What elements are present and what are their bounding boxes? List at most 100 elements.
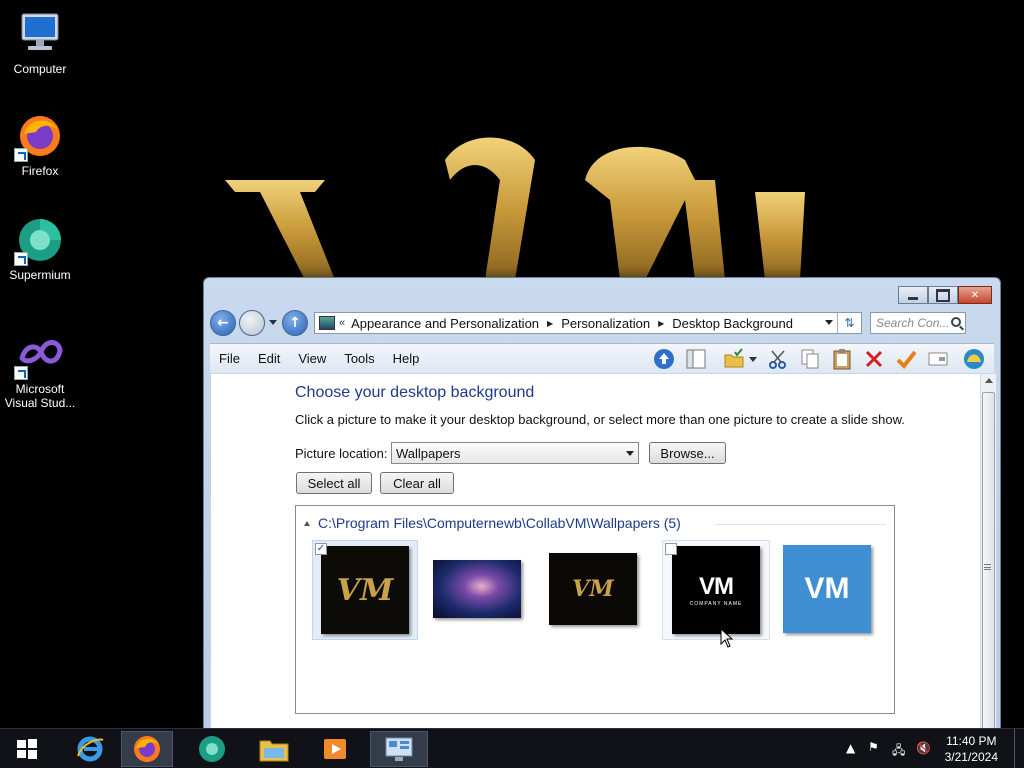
scissors-icon [769, 350, 786, 369]
vertical-scrollbar[interactable] [980, 374, 996, 738]
wallpaper-thumbnail[interactable]: ✓ VM [312, 540, 418, 640]
control-panel-window: ✕ ← ↑ « Appearance and Personalization ▶… [203, 277, 1001, 738]
shell-button[interactable] [962, 347, 986, 371]
views-button[interactable] [926, 347, 950, 371]
menu-help[interactable]: Help [384, 351, 429, 366]
folders-pane-icon [686, 349, 706, 369]
search-input[interactable]: Search Con... [870, 312, 966, 334]
chevron-down-icon [626, 451, 634, 456]
up-folder-button[interactable] [652, 347, 676, 371]
taskbar-internet-explorer[interactable] [70, 731, 110, 767]
collapse-icon[interactable] [304, 521, 310, 526]
breadcrumb-appearance[interactable]: Appearance and Personalization [351, 316, 539, 331]
wallpaper-image: VM [783, 545, 871, 633]
firefox-icon [14, 112, 64, 162]
start-button[interactable] [12, 731, 42, 767]
menu-file[interactable]: File [210, 351, 249, 366]
refresh-button[interactable]: ⇅ [837, 313, 861, 333]
scrollbar-thumb[interactable] [982, 392, 995, 732]
folder-options-button[interactable] [722, 347, 746, 371]
menu-edit[interactable]: Edit [249, 351, 289, 366]
folders-pane-button[interactable] [684, 347, 708, 371]
paste-icon [833, 349, 851, 370]
desktop-icon-supermium[interactable]: Supermium [0, 216, 80, 282]
shortcut-arrow-icon [14, 252, 28, 266]
desktop-icon-computer[interactable]: Computer [0, 10, 80, 76]
properties-button[interactable] [894, 347, 918, 371]
page-description: Click a picture to make it your desktop … [295, 412, 905, 427]
address-dropdown-icon[interactable] [825, 320, 833, 325]
copy-button[interactable] [798, 347, 822, 371]
clock-time: 11:40 PM [946, 734, 997, 748]
breadcrumb-separator-icon[interactable]: ▶ [547, 319, 553, 328]
breadcrumb-personalization[interactable]: Personalization [561, 316, 650, 331]
wallpaper-gallery: C:\Program Files\Computernewb\CollabVM\W… [295, 505, 895, 714]
wallpaper-thumbnail[interactable]: VM COMPANY NAME [662, 540, 770, 640]
menu-view[interactable]: View [289, 351, 335, 366]
folder-group-header[interactable]: C:\Program Files\Computernewb\CollabVM\W… [304, 515, 681, 531]
wallpaper-logo [215, 120, 815, 280]
address-bar[interactable]: « Appearance and Personalization ▶ Perso… [314, 312, 862, 334]
breadcrumb-desktop-background[interactable]: Desktop Background [672, 316, 793, 331]
delete-button[interactable] [862, 347, 886, 371]
internet-explorer-icon [77, 736, 104, 762]
recent-pages-dropdown[interactable] [268, 318, 278, 328]
firefox-icon [134, 736, 160, 762]
search-icon[interactable] [951, 317, 961, 327]
folder-options-icon [724, 348, 744, 368]
supermium-icon [199, 736, 225, 762]
browse-button[interactable]: Browse... [649, 442, 726, 464]
wallpaper-image: VM [549, 553, 637, 625]
menu-tools[interactable]: Tools [335, 351, 383, 366]
picture-location-label: Picture location: [295, 446, 388, 461]
minimize-button[interactable] [898, 286, 928, 304]
address-overflow[interactable]: « [339, 317, 345, 329]
refresh-icon: ⇅ [844, 316, 855, 330]
up-button[interactable]: ↑ [282, 310, 308, 336]
action-center-flag-icon[interactable]: ⚑ [868, 740, 879, 754]
scrollbar-grip-icon [984, 564, 991, 570]
paste-button[interactable] [830, 347, 854, 371]
wallpaper-checkbox[interactable]: ✓ [315, 543, 327, 555]
picture-location-select[interactable]: Wallpapers [391, 442, 639, 464]
mouse-cursor-icon [720, 628, 734, 648]
taskbar-supermium[interactable] [190, 731, 234, 767]
network-icon[interactable]: 🖧 [892, 741, 905, 762]
select-all-button[interactable]: Select all [296, 472, 372, 494]
back-button[interactable]: ← [210, 310, 236, 336]
taskbar-file-explorer[interactable] [252, 731, 296, 767]
system-clock[interactable]: 11:40 PM 3/21/2024 [945, 733, 998, 765]
control-panel-icon [385, 737, 413, 761]
clear-all-button[interactable]: Clear all [380, 472, 454, 494]
control-panel-icon [319, 316, 335, 330]
breadcrumb-separator-icon[interactable]: ▶ [658, 319, 664, 328]
cut-button[interactable] [766, 347, 790, 371]
content-pane: Choose your desktop background Click a p… [210, 374, 980, 738]
taskbar-firefox[interactable] [121, 731, 173, 767]
wallpaper-checkbox[interactable] [665, 543, 677, 555]
wallpaper-image: VM [321, 546, 409, 634]
maximize-button[interactable] [928, 286, 958, 304]
wallpaper-image [433, 560, 521, 618]
wallpaper-thumbnail[interactable] [432, 544, 522, 634]
media-player-icon [324, 739, 346, 759]
wallpaper-thumbnail[interactable]: VM [782, 544, 872, 634]
close-button[interactable]: ✕ [958, 286, 992, 304]
show-desktop-button[interactable] [1014, 729, 1024, 768]
desktop-icon-visual-studio[interactable]: Microsoft Visual Stud... [0, 330, 80, 410]
volume-muted-icon[interactable]: 🔇 [916, 741, 931, 755]
folder-options-dropdown[interactable] [748, 347, 758, 371]
desktop-icon-firefox[interactable]: Firefox [0, 112, 80, 178]
taskbar-control-panel[interactable] [370, 731, 428, 767]
shell-icon [964, 349, 984, 369]
search-placeholder: Search Con... [876, 316, 950, 330]
taskbar-media-player[interactable] [314, 731, 358, 767]
scroll-up-icon[interactable] [985, 378, 993, 383]
show-hidden-icons[interactable]: ▲ [846, 741, 855, 755]
window-controls: ✕ [898, 286, 992, 304]
supermium-icon [14, 216, 64, 266]
wallpaper-thumbnail[interactable]: VM [548, 544, 638, 634]
forward-button[interactable] [239, 310, 265, 336]
folder-path: C:\Program Files\Computernewb\CollabVM\W… [318, 515, 681, 531]
shortcut-arrow-icon [14, 148, 28, 162]
